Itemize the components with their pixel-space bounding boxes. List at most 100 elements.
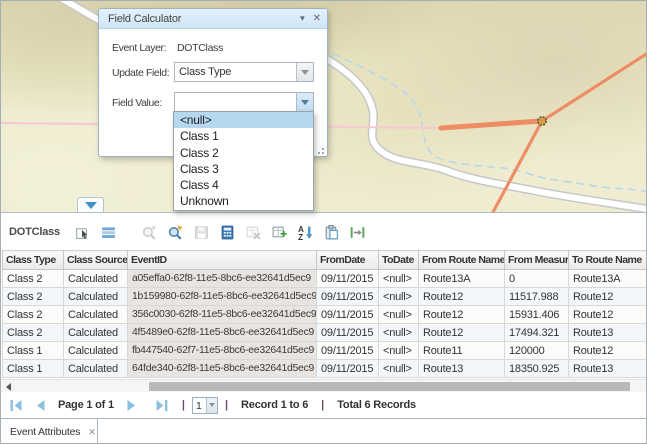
table-cell: 356c0030-62f8-11e5-8bc6-ee32641d5ec9: [128, 306, 317, 324]
table-row[interactable]: Class 2Calculateda05effa0-62f8-11e5-8bc6…: [3, 270, 647, 288]
table-cell: 0: [505, 270, 569, 288]
separator: |: [225, 399, 228, 411]
attribute-table-panel: DOTClass AZ Class TypeClass SourceEventI…: [1, 212, 647, 418]
update-field-label: Update Field:: [112, 67, 169, 79]
table-cell: Route13A: [419, 270, 505, 288]
first-page-button[interactable]: [9, 399, 23, 412]
copy-records-icon[interactable]: [323, 224, 340, 241]
column-header[interactable]: EventID: [128, 251, 317, 270]
layer-name-label: DOTClass: [9, 226, 60, 238]
field-value-value: [175, 93, 296, 111]
table-cell: Class 2: [3, 270, 64, 288]
chevron-down-icon: [209, 403, 215, 407]
route-branch-lower: [492, 121, 542, 212]
table-cell: Calculated: [64, 342, 128, 360]
table-cell: 11517.988: [505, 288, 569, 306]
scrollbar-thumb[interactable]: [149, 382, 630, 391]
dialog-resize-grip[interactable]: [316, 146, 324, 154]
table-cell: 09/11/2015: [317, 306, 379, 324]
event-layer-value: DOTClass: [177, 42, 223, 54]
last-page-icon: [155, 399, 169, 412]
table-cell: Route11: [419, 342, 505, 360]
column-header[interactable]: FromDate: [317, 251, 379, 270]
route-junction-marker[interactable]: [538, 117, 546, 125]
field-value-dropdown-button[interactable]: [296, 93, 313, 111]
zoom-to-record-icon[interactable]: [167, 224, 184, 241]
table-cell: 1b159980-62f8-11e5-8bc6-ee32641d5ec9: [128, 288, 317, 306]
update-field-dropdown-button[interactable]: [296, 63, 313, 81]
append-records-icon[interactable]: [271, 224, 288, 241]
column-header[interactable]: Class Type: [3, 251, 64, 270]
horizontal-scrollbar[interactable]: [1, 379, 647, 392]
table-cell: Route12: [419, 324, 505, 342]
table-cell: Class 2: [3, 288, 64, 306]
column-header[interactable]: To Route Name: [569, 251, 647, 270]
dropdown-option[interactable]: Class 1: [174, 128, 313, 144]
table-row[interactable]: Class 2Calculated356c0030-62f8-11e5-8bc6…: [3, 306, 647, 324]
table-cell: fb447540-62f7-11e5-8bc6-ee32641d5ec9: [128, 342, 317, 360]
dialog-close-icon[interactable]: ✕: [313, 14, 321, 24]
table-row[interactable]: Class 2Calculated4f5489e0-62f8-11e5-8bc6…: [3, 324, 647, 342]
page-text: Page 1 of 1: [58, 399, 114, 411]
total-records-text: Total 6 Records: [337, 399, 416, 411]
table-row[interactable]: Class 1Calculatedfb447540-62f7-11e5-8bc6…: [3, 342, 647, 360]
column-header[interactable]: From Route Name: [419, 251, 505, 270]
previous-page-button[interactable]: [35, 399, 46, 412]
attribute-grid: Class TypeClass SourceEventIDFromDateToD…: [2, 250, 647, 378]
chevron-down-icon: [301, 70, 309, 75]
field-calculator-icon[interactable]: [219, 224, 236, 241]
column-header[interactable]: ToDate: [379, 251, 419, 270]
next-page-button[interactable]: [126, 399, 137, 412]
svg-text:Z: Z: [298, 232, 303, 240]
dropdown-option[interactable]: Class 2: [174, 145, 313, 161]
record-range-text: Record 1 to 6: [241, 399, 308, 411]
last-page-button[interactable]: [155, 399, 169, 412]
column-header[interactable]: Class Source: [64, 251, 128, 270]
table-cell: <null>: [379, 342, 419, 360]
table-cell: Route12: [569, 306, 647, 324]
table-cell: <null>: [379, 270, 419, 288]
table-cell: 09/11/2015: [317, 324, 379, 342]
save-edits-icon: [193, 224, 210, 241]
dialog-titlebar: Field Calculator ▾ ✕: [99, 9, 327, 29]
update-field-combobox[interactable]: Class Type: [174, 62, 314, 82]
table-cell: Class 1: [3, 342, 64, 360]
table-cell: Class 1: [3, 360, 64, 378]
fit-columns-icon[interactable]: [349, 224, 366, 241]
dropdown-option[interactable]: Unknown: [174, 193, 313, 209]
toolbar-icons: AZ: [74, 224, 375, 241]
table-cell: Route13A: [569, 270, 647, 288]
table-cell: a05effa0-62f8-11e5-8bc6-ee32641d5ec9: [128, 270, 317, 288]
table-cell: <null>: [379, 360, 419, 378]
table-row[interactable]: Class 1Calculated64fde340-62f8-11e5-8bc6…: [3, 360, 647, 378]
dropdown-option[interactable]: Class 3: [174, 161, 313, 177]
select-records-icon[interactable]: [74, 224, 91, 241]
field-value-combobox[interactable]: [174, 92, 314, 112]
sort-records-icon[interactable]: AZ: [297, 224, 314, 241]
scroll-left-arrow-icon[interactable]: [6, 383, 11, 391]
table-cell: Route13: [569, 324, 647, 342]
tab-label: Event Attributes: [10, 426, 80, 438]
update-field-value: Class Type: [175, 63, 296, 81]
road-line: [327, 59, 647, 210]
table-cell: Class 2: [3, 324, 64, 342]
show-all-records-icon[interactable]: [100, 224, 117, 241]
tab-close-icon[interactable]: ✕: [88, 427, 96, 438]
table-cell: Calculated: [64, 360, 128, 378]
table-row[interactable]: Class 2Calculated1b159980-62f8-11e5-8bc6…: [3, 288, 647, 306]
column-header[interactable]: From Measure: [505, 251, 569, 270]
table-panel-collapse-button[interactable]: [77, 197, 104, 212]
separator: |: [321, 399, 324, 411]
dropdown-option[interactable]: <null>: [174, 112, 313, 128]
page-number-combobox[interactable]: 1: [192, 397, 218, 414]
dropdown-option[interactable]: Class 4: [174, 177, 313, 193]
page-number-dropdown-button[interactable]: [206, 398, 217, 413]
page-number-value: 1: [193, 398, 206, 413]
field-value-label: Field Value:: [112, 97, 162, 109]
table-cell: Class 2: [3, 306, 64, 324]
dialog-collapse-icon[interactable]: ▾: [300, 14, 305, 23]
tab-event-attributes[interactable]: Event Attributes ✕: [1, 419, 98, 444]
table-cell: Route12: [419, 288, 505, 306]
chevron-down-icon: [301, 100, 309, 105]
field-value-dropdown-list: <null>Class 1Class 2Class 3Class 4Unknow…: [173, 111, 314, 211]
